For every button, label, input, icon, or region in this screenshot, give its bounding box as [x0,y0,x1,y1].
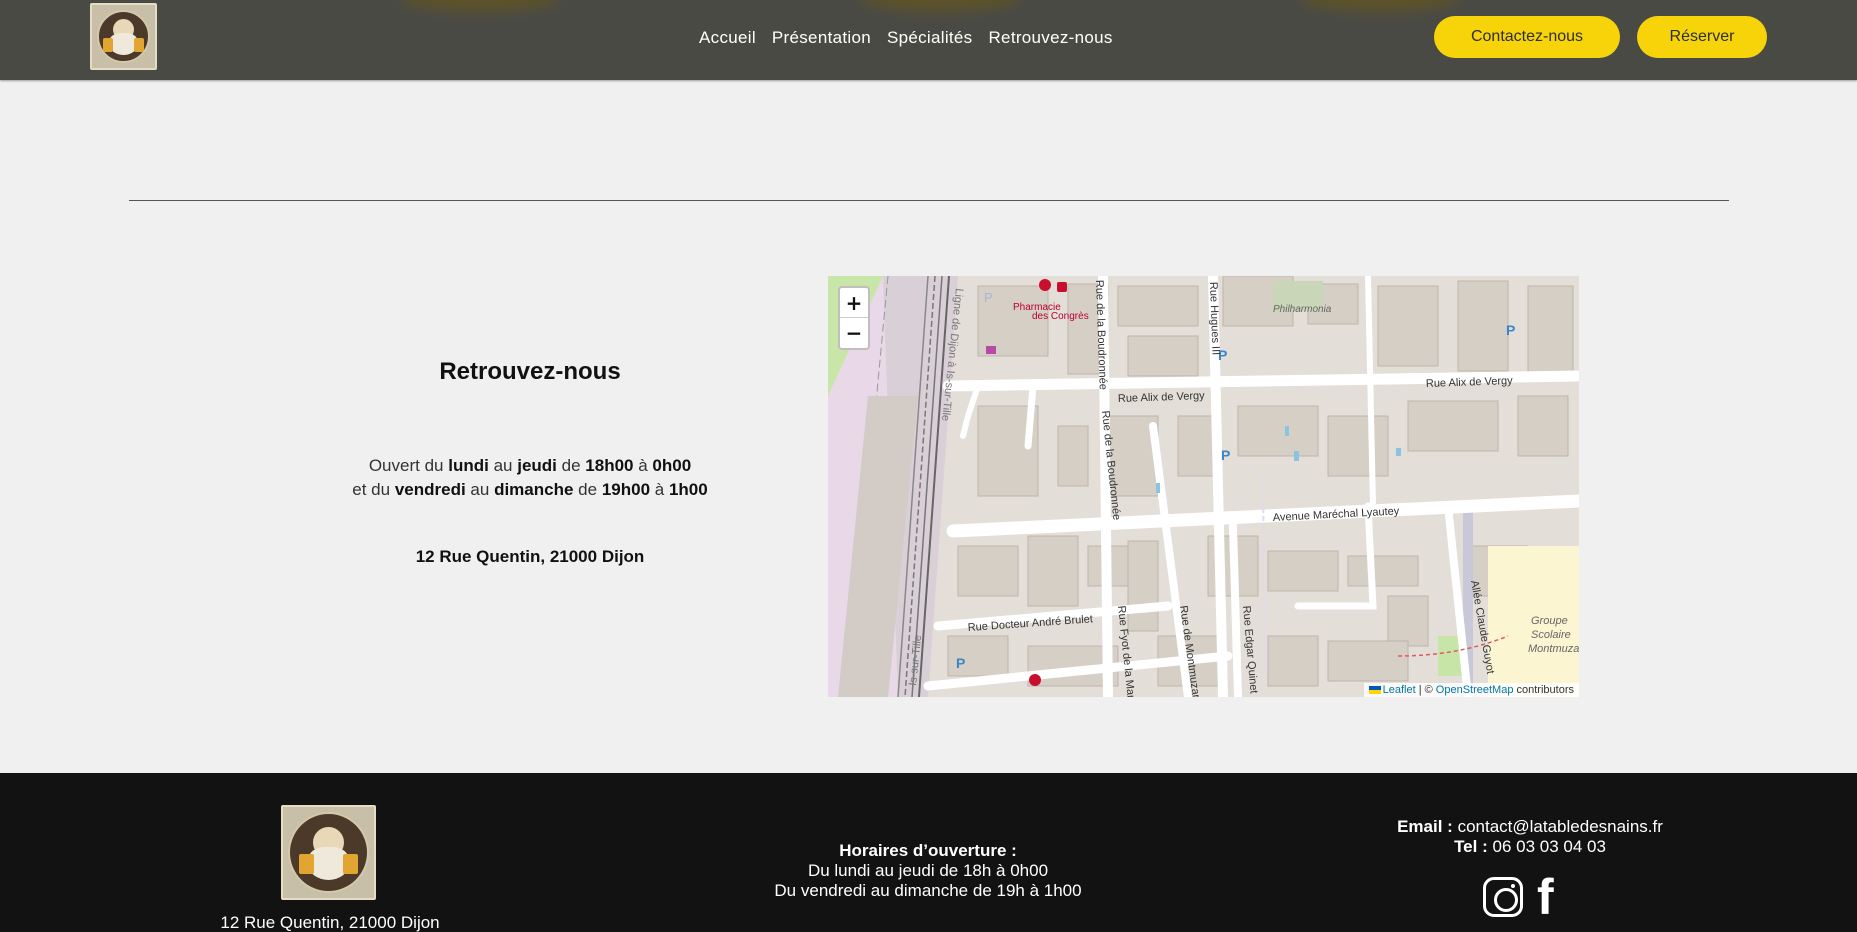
map-zoom-control: + − [838,286,870,350]
main-nav: Accueil Présentation Spécialités Retrouv… [699,0,1113,75]
section-title: Retrouvez-nous [439,358,621,385]
map-label-philharmonia: Philharmonia [1273,304,1332,315]
header-glow [400,0,560,12]
ukraine-flag-icon [1368,686,1381,694]
map-label-rue-quinet: Rue Edgar Quinet [1240,605,1260,694]
svg-text:P: P [984,290,993,305]
footer-email: Email : contact@latabledesnains.fr [1397,817,1663,836]
email-link[interactable]: contact@latabledesnains.fr [1458,817,1663,836]
map-label-groupe-1: Groupe [1531,615,1568,627]
reserve-button[interactable]: Réserver [1637,16,1767,58]
site-header: Accueil Présentation Spécialités Retrouv… [0,0,1857,80]
map-label-groupe-2: Scolaire [1531,629,1571,641]
phone-link[interactable]: 06 03 03 04 03 [1492,837,1605,856]
location-map[interactable]: Pharmacie des Congrès Philharmonia P P P… [828,276,1579,697]
hours-line-2: et du vendredi au dimanche de 19h00 à 1h… [352,480,708,499]
map-label-rue-hugues: Rue Hugues III [1207,282,1222,356]
contact-button[interactable]: Contactez-nous [1434,16,1620,58]
nav-retrouvez-nous[interactable]: Retrouvez-nous [988,28,1112,48]
svg-text:P: P [956,655,965,671]
footer-logo[interactable] [281,805,376,900]
social-links: f [1483,872,1554,922]
footer-hours: Horaires d’ouverture : Du lundi au jeudi… [728,841,1128,901]
instagram-icon[interactable] [1483,877,1523,917]
map-label-rue-alix-2: Rue Alix de Vergy [1426,375,1514,390]
zoom-in-button[interactable]: + [840,288,868,318]
facebook-icon[interactable]: f [1537,872,1554,922]
footer-contact: Email : contact@latabledesnains.fr Tel :… [1330,817,1730,857]
svg-text:P: P [1221,447,1230,463]
svg-text:P: P [1506,322,1515,338]
map-label-groupe-3: Montmuzard [1528,643,1579,655]
map-label-avenue: Avenue Maréchal Lyautey [1273,505,1401,524]
nav-presentation[interactable]: Présentation [772,28,871,48]
nav-specialites[interactable]: Spécialités [887,28,973,48]
openstreetmap-link[interactable]: OpenStreetMap [1436,684,1514,696]
footer-phone: Tel : 06 03 03 04 03 [1454,837,1606,856]
restaurant-address: 12 Rue Quentin, 21000 Dijon [415,547,645,566]
section-divider [129,200,1729,201]
footer-hours-1: Du lundi au jeudi de 18h à 0h00 [807,861,1049,880]
footer-hours-title: Horaires d’ouverture : [839,841,1017,860]
zoom-out-button[interactable]: − [840,318,868,348]
header-glow [1300,0,1460,12]
leaflet-link[interactable]: Leaflet [1383,684,1416,696]
map-label-rue-alix-1: Rue Alix de Vergy [1118,390,1206,405]
footer-hours-2: Du vendredi au dimanche de 19h à 1h00 [774,881,1082,900]
map-tiles: Pharmacie des Congrès Philharmonia P P P… [828,276,1579,697]
site-footer: 12 Rue Quentin, 21000 Dijon Horaires d’o… [0,773,1857,932]
nav-accueil[interactable]: Accueil [699,28,756,48]
map-label-pharmacie-2: des Congrès [1032,311,1089,322]
footer-address: 12 Rue Quentin, 21000 Dijon [220,913,440,932]
site-logo[interactable] [90,3,157,70]
hours-line-1: Ouvert du lundi au jeudi de 18h00 à 0h00 [368,456,692,475]
opening-hours: Ouvert du lundi au jeudi de 18h00 à 0h00… [330,454,730,502]
map-attribution: Leaflet | © OpenStreetMap contributors [1363,683,1579,697]
